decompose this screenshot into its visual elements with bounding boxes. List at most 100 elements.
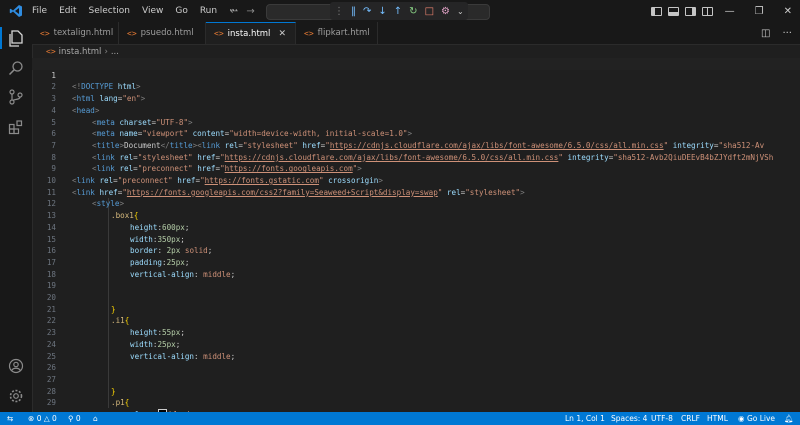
tab-psuedo[interactable]: <> psuedo.html	[119, 22, 206, 44]
source-control-icon[interactable]	[6, 87, 26, 107]
code-line[interactable]: vertical-align: middle;	[32, 397, 800, 409]
close-window-icon[interactable]: ✕	[784, 6, 792, 17]
code-line[interactable]: 13 height:600px;	[32, 198, 800, 232]
encoding[interactable]: UTF-8	[651, 412, 673, 425]
step-out-icon[interactable]: ↑	[394, 6, 402, 17]
chevron-down-icon[interactable]: ⌄	[457, 7, 464, 16]
code-line[interactable]: 2 <html lang="en">	[32, 70, 800, 103]
warning-icon: △	[43, 414, 50, 423]
stop-icon[interactable]: □	[425, 6, 434, 17]
search-icon[interactable]	[6, 58, 26, 78]
code-line[interactable]: 15 border: 2px solid;	[32, 222, 800, 256]
line-ending[interactable]: CRLF	[681, 412, 700, 425]
code-line[interactable]: 23 width:25px;	[32, 315, 800, 349]
code-line[interactable]: 24 vertical-align: middle;	[32, 327, 800, 361]
debug-config-icon[interactable]: ⚙	[441, 6, 450, 17]
ports-icon: ⚲	[68, 414, 74, 423]
tab-label: insta.html	[227, 28, 271, 39]
code-line[interactable]: 26	[32, 351, 800, 372]
pause-icon[interactable]: ‖	[351, 6, 356, 17]
activity-bar	[0, 22, 33, 412]
language-mode[interactable]: HTML	[707, 412, 728, 425]
notifications-bell-icon[interactable]: 🔔︎	[784, 412, 794, 425]
ports-indicator[interactable]: ⚲ 0	[68, 412, 81, 425]
warning-count: 0	[52, 414, 57, 423]
menu-file[interactable]: File	[26, 0, 53, 22]
code-line[interactable]: 7 <link rel="stylesheet" href="https://c…	[32, 128, 800, 162]
code-line[interactable]: 10 <link href="https://fonts.googleapis.…	[32, 163, 800, 197]
code-line[interactable]: 11 <style>	[32, 175, 800, 209]
menu-view[interactable]: View	[136, 0, 169, 22]
settings-gear-icon[interactable]	[6, 386, 26, 406]
code-editor[interactable]: 1 <!DOCTYPE html> 2 <html lang="en"> 3 <…	[32, 58, 800, 412]
code-line[interactable]: 14 width:350px;	[32, 210, 800, 244]
problems-indicator[interactable]: ⊗ 0 △ 0	[28, 412, 57, 425]
debug-toolbar: ⋮ ‖ ↷ ↓ ↑ ↻ □ ⚙ ⌄	[330, 2, 468, 20]
menu-run[interactable]: Run	[194, 0, 223, 22]
html-file-icon: <>	[40, 28, 50, 38]
menu-selection[interactable]: Selection	[83, 0, 136, 22]
vscode-logo-icon	[6, 0, 26, 22]
error-count: 0	[36, 414, 42, 423]
code-line[interactable]: 21 .i1{	[32, 292, 800, 326]
restart-icon[interactable]: ↻	[409, 6, 417, 17]
code-line[interactable]: 16 padding:25px;	[32, 234, 800, 267]
tab-insta[interactable]: <> insta.html ✕	[206, 22, 296, 44]
code-line[interactable]: 22 height:55px;	[32, 304, 800, 337]
code-line[interactable]: 28 .p1{	[32, 374, 800, 408]
code-line[interactable]: 18	[32, 257, 800, 279]
toggle-secondary-sidebar-icon[interactable]	[685, 6, 696, 16]
breadcrumb-separator-icon: ›	[104, 46, 108, 57]
tab-label: textalign.html	[53, 28, 114, 38]
menu-go[interactable]: Go	[169, 0, 193, 22]
back-arrow-icon[interactable]: ←	[230, 6, 238, 17]
code-line[interactable]: 12 .box1{	[32, 187, 800, 220]
ports-count: 0	[75, 414, 81, 423]
customize-layout-icon[interactable]	[702, 6, 713, 16]
account-icon[interactable]	[6, 356, 26, 376]
html-file-icon: <>	[214, 29, 224, 38]
code-line[interactable]: 25	[32, 339, 800, 361]
breadcrumb-file[interactable]: insta.html	[59, 47, 102, 57]
tab-textalign[interactable]: <> textalign.html	[32, 22, 119, 44]
code-line[interactable]: 9 <link rel="preconnect" href="https://f…	[32, 152, 800, 185]
drag-handle-icon[interactable]: ⋮	[334, 6, 344, 17]
tab-label: flipkart.html	[317, 28, 370, 38]
code-line[interactable]: 27 }	[32, 362, 800, 396]
extensions-icon[interactable]	[6, 117, 26, 137]
breadcrumb: <> insta.html › ...	[32, 45, 119, 58]
code-line[interactable]: 8 <link rel="preconnect" href="https://f…	[32, 140, 800, 174]
step-over-icon[interactable]: ↷	[363, 6, 371, 17]
explorer-icon[interactable]	[6, 28, 26, 48]
tab-label: psuedo.html	[140, 28, 194, 38]
code-line[interactable]: 4 <meta charset="UTF-8">	[32, 93, 800, 127]
split-editor-icon[interactable]: ◫	[761, 28, 770, 39]
code-line[interactable]: 6 <title>Document</title><link rel="styl…	[32, 117, 800, 150]
active-indicator	[0, 27, 2, 49]
more-actions-icon[interactable]: ···	[782, 28, 792, 39]
code-line[interactable]: 3 <head>	[32, 81, 800, 115]
forward-arrow-icon[interactable]: →	[246, 6, 254, 17]
live-share-icon[interactable]: ⌂	[93, 412, 98, 425]
remote-indicator-icon[interactable]: ⇆	[0, 412, 20, 425]
restore-icon[interactable]: ❐	[755, 6, 764, 17]
close-tab-icon[interactable]: ✕	[278, 29, 286, 39]
menu-edit[interactable]: Edit	[53, 0, 82, 22]
code-line[interactable]: 17 vertical-align: middle;	[32, 245, 800, 279]
minimize-icon[interactable]: —	[725, 6, 735, 17]
code-line[interactable]: 20 }	[32, 280, 800, 314]
code-line[interactable]: 19	[32, 269, 800, 290]
code-line[interactable]: 29 color: black;	[32, 386, 800, 412]
indentation[interactable]: Spaces: 4	[611, 412, 647, 425]
tab-flipkart[interactable]: <> flipkart.html	[296, 22, 378, 44]
go-live-label: Go Live	[746, 414, 776, 423]
code-line[interactable]: 1 <!DOCTYPE html>	[32, 58, 800, 91]
breadcrumb-more[interactable]: ...	[111, 47, 119, 57]
cursor-position[interactable]: Ln 1, Col 1	[565, 412, 605, 425]
code-line[interactable]: 5 <meta name="viewport" content="width=d…	[32, 105, 800, 139]
go-live-button[interactable]: ◉ Go Live	[738, 412, 775, 425]
step-into-icon[interactable]: ↓	[378, 6, 386, 17]
toggle-primary-sidebar-icon[interactable]	[651, 6, 662, 16]
toggle-panel-icon[interactable]	[668, 6, 679, 16]
status-bar: ⇆ ⊗ 0 △ 0 ⚲ 0 ⌂ Ln 1, Col 1 Spaces: 4 UT…	[0, 412, 800, 425]
